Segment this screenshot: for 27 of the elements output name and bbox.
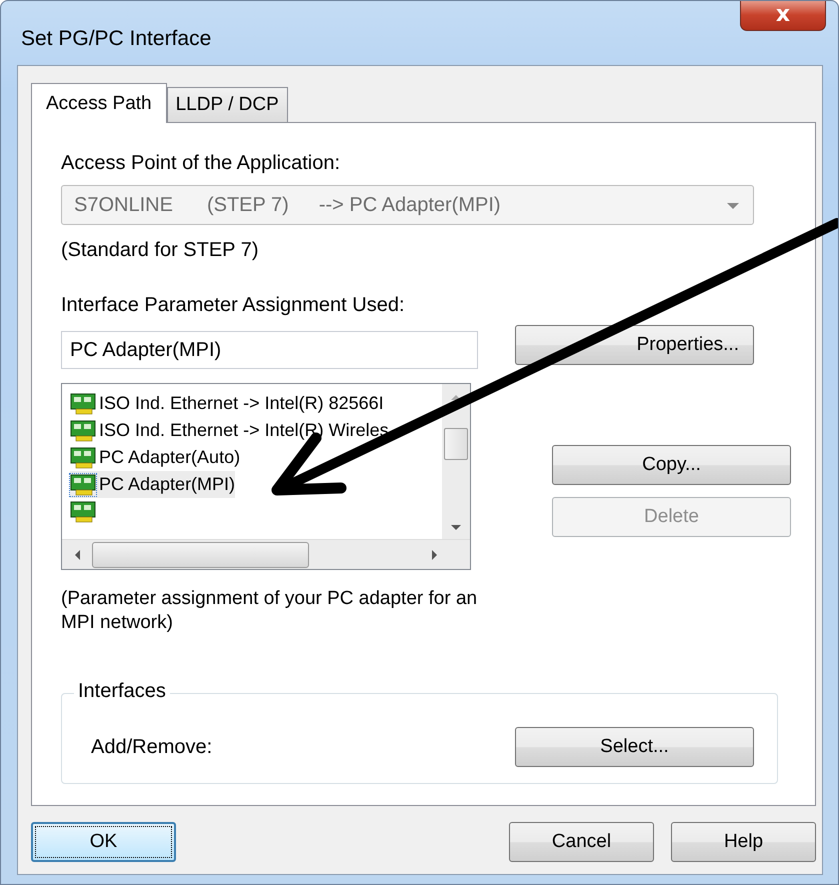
vertical-scrollbar[interactable] xyxy=(442,384,470,539)
window-title: Set PG/PC Interface xyxy=(21,27,212,51)
network-card-icon xyxy=(70,446,96,468)
network-card-icon xyxy=(70,474,96,496)
network-card-icon xyxy=(70,420,96,442)
dialog-button[interactable]: Help xyxy=(671,822,816,862)
note-text: (Standard for STEP 7) xyxy=(61,238,258,262)
list-item[interactable]: PC Adapter(MPI) xyxy=(70,471,236,498)
dialog-button[interactable]: Cancel xyxy=(509,822,654,862)
input-field[interactable]: PC Adapter(MPI) xyxy=(61,331,478,369)
properties-button[interactable]: Properties... xyxy=(515,325,754,365)
list-item[interactable]: ISO Ind. Ethernet -> Intel(R) 82566I xyxy=(70,390,384,417)
list-item[interactable]: PC Adapter(Auto) xyxy=(70,444,240,471)
tab[interactable]: Access Path xyxy=(31,83,167,123)
horizontal-scrollbar[interactable] xyxy=(62,539,470,569)
dialog-button[interactable]: OK xyxy=(31,822,176,862)
network-card-icon xyxy=(70,500,96,522)
tab[interactable]: LLDP / DCP xyxy=(166,87,288,122)
copy-button[interactable]: Copy... xyxy=(552,445,791,485)
network-card-icon xyxy=(70,392,96,414)
field-label: Add/Remove: xyxy=(91,736,212,758)
field-label: Access Point of the Application: xyxy=(61,151,340,175)
field-label: Interface Parameter Assignment Used: xyxy=(61,293,404,317)
select-button[interactable]: Select... xyxy=(515,727,754,767)
description-text: (Parameter assignment of your PC adapter for an MPI network) xyxy=(61,587,478,635)
close-button[interactable]: x xyxy=(740,1,826,31)
list-item[interactable]: ISO Ind. Ethernet -> Intel(R) Wireles xyxy=(70,417,389,444)
